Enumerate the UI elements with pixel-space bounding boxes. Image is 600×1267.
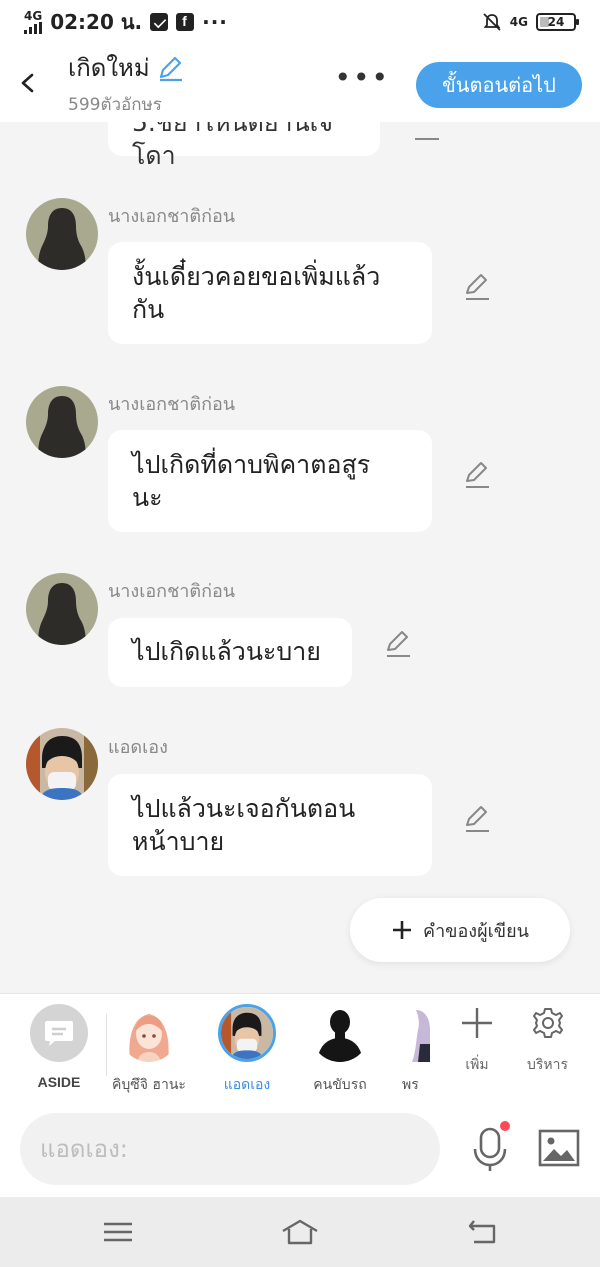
character-name: พร [402, 1077, 419, 1093]
character-driver[interactable]: คนขับรถ [311, 1004, 369, 1096]
silhouette-avatar-icon [26, 573, 98, 645]
add-character-button[interactable]: เพิ่ม [460, 1006, 494, 1076]
edit-title-icon[interactable] [156, 54, 184, 82]
composer-bar [0, 1101, 600, 1197]
character-aside[interactable]: ASIDE [30, 1004, 88, 1090]
back-button[interactable] [0, 44, 56, 122]
plus-icon [393, 921, 412, 939]
more-options-button[interactable]: ••• [334, 64, 390, 92]
bell-off-icon [483, 13, 501, 31]
signal-icon: 4G [24, 10, 42, 34]
edit-message-icon[interactable] [462, 804, 492, 834]
gear-icon [532, 1008, 563, 1038]
divider [106, 1014, 107, 1076]
manage-label: บริหาร [527, 1057, 569, 1073]
driver-silhouette-icon [311, 1004, 369, 1062]
character-name: คิบุซึจิ ฮานะ [112, 1077, 186, 1093]
message-line: นะ [132, 483, 163, 512]
system-nav-bar [0, 1197, 600, 1267]
edit-message-icon[interactable] [462, 460, 492, 490]
battery-icon: 24 [536, 13, 579, 31]
character-name: แอดเอง [223, 1077, 271, 1093]
manage-characters-button[interactable]: บริหาร [527, 1006, 568, 1076]
status-bar: 4G 02:20 น. ··· 4G 24 [0, 0, 600, 44]
character-bar: ASIDE คิบุซึจิ ฮานะ แอดเอง คนขับรถ พร เพ… [0, 993, 600, 1101]
character-count: 599ตัวอักษร [68, 95, 162, 115]
character-admin[interactable]: แอดเอง [218, 1004, 276, 1096]
add-label: เพิ่ม [465, 1057, 489, 1073]
user-photo-avatar-icon [218, 1004, 276, 1062]
message-line: งั้นเดี๋ยวคอยขอเพิ่มแล้ว [132, 262, 381, 291]
home-icon[interactable] [280, 1217, 320, 1247]
avatar[interactable] [26, 386, 98, 458]
microphone-icon[interactable] [470, 1125, 510, 1173]
message-input[interactable] [20, 1113, 440, 1185]
silhouette-avatar-icon [26, 386, 98, 458]
notification-dot [500, 1121, 510, 1131]
character-partial-avatar-icon [402, 1004, 430, 1062]
user-photo-avatar-icon [26, 728, 98, 800]
chevron-left-icon [21, 73, 34, 93]
edit-message-icon[interactable] [462, 272, 492, 302]
menu-icon[interactable] [98, 1217, 138, 1247]
battery-level: 24 [547, 15, 565, 29]
character-hana[interactable]: คิบุซึจิ ฮานะ [112, 1004, 186, 1096]
back-icon[interactable] [464, 1217, 504, 1247]
next-step-button[interactable]: ขั้นตอนต่อไป [416, 62, 582, 108]
message-bubble[interactable]: 5.ชยาไหนดยานเจโดา [108, 122, 380, 170]
chat-area[interactable]: 5.ชยาไหนดยานเจโดา นางเอกชาติก่อน งั้นเดี… [0, 122, 600, 992]
message-bubble[interactable]: งั้นเดี๋ยวคอยขอเพิ่มแล้ว กัน [108, 242, 432, 344]
aside-bubble-icon [30, 1004, 88, 1062]
network-type: 4G [24, 9, 43, 23]
network-type-right: 4G [509, 15, 528, 29]
character-name: คนขับรถ [313, 1077, 367, 1093]
author-note-label: คำของผู้เขียน [423, 920, 529, 942]
avatar[interactable] [26, 573, 98, 645]
sender-name: แอดเอง [108, 737, 168, 758]
image-icon[interactable] [538, 1129, 580, 1167]
message-bubble[interactable]: ไปแล้วนะเจอกันตอน หน้าบาย [108, 774, 432, 876]
edit-message-icon[interactable] [383, 629, 413, 659]
avatar[interactable] [26, 198, 98, 270]
message-line: กัน [132, 295, 165, 324]
app-header: เกิดใหม่ 599ตัวอักษร ••• ขั้นตอนต่อไป [0, 44, 600, 122]
message-line: หน้าบาย [132, 827, 225, 856]
message-line: ไปเกิดที่ดาบพิคาตอสูร [132, 450, 371, 479]
message-bubble[interactable]: ไปเกิดแล้วนะบาย [108, 618, 352, 687]
more-notifications-icon: ··· [202, 10, 228, 34]
author-note-button[interactable]: คำของผู้เขียน [350, 898, 570, 962]
avatar[interactable] [26, 728, 98, 800]
character-name: ASIDE [37, 1074, 81, 1090]
page-title: เกิดใหม่ [68, 54, 150, 82]
sender-name: นางเอกชาติก่อน [108, 581, 236, 602]
message-text: 5.ชยาไหนดยานเจโดา [132, 122, 333, 170]
sender-name: นางเอกชาติก่อน [108, 394, 236, 415]
character-porn[interactable]: พร [402, 1004, 430, 1096]
silhouette-avatar-icon [26, 198, 98, 270]
plus-icon [462, 1008, 492, 1038]
anime-girl-avatar-icon [119, 1004, 178, 1062]
message-bubble[interactable]: ไปเกิดที่ดาบพิคาตอสูร นะ [108, 430, 432, 532]
notification-icon [150, 13, 169, 31]
message-line: ไปแล้วนะเจอกันตอน [132, 794, 356, 823]
sender-name: นางเอกชาติก่อน [108, 206, 236, 227]
edit-message-icon[interactable] [412, 122, 442, 142]
message-line: ไปเกิดแล้วนะบาย [132, 637, 321, 666]
clock: 02:20 น. [50, 10, 143, 34]
facebook-icon [176, 13, 195, 31]
